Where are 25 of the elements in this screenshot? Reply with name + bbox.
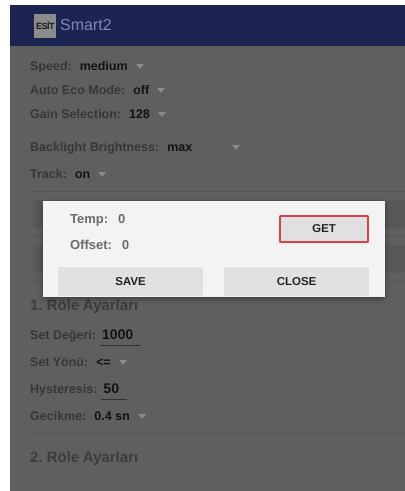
dropdown[interactable]: off (133, 83, 166, 97)
dropdown[interactable]: max (167, 140, 240, 154)
save-button[interactable]: SAVE (58, 267, 203, 296)
caret-icon (138, 414, 146, 418)
dropdown[interactable]: 0.4 sn (94, 409, 146, 423)
dropdown[interactable]: on (74, 167, 106, 181)
caret-icon (232, 144, 240, 150)
reading-label: Temp: (70, 211, 108, 228)
reading-label: Offset: (70, 237, 112, 254)
app-logo: ESİT (34, 14, 56, 38)
input-field[interactable]: 50 (101, 378, 127, 400)
dropdown[interactable]: medium (80, 59, 144, 73)
dropdown[interactable]: <= (96, 355, 127, 369)
reading-value: 0 (122, 237, 130, 254)
get-button[interactable]: GET (279, 215, 369, 243)
caret-icon (158, 112, 166, 116)
caret-icon (157, 88, 166, 92)
close-button[interactable]: CLOSE (224, 267, 369, 296)
caret-icon (136, 64, 144, 68)
app-title: Smart2 (60, 16, 112, 34)
reading-value: 0 (118, 211, 126, 228)
dropdown[interactable]: 128 (129, 107, 166, 121)
caret-icon (118, 360, 127, 364)
caret-icon (98, 172, 106, 176)
input-field[interactable]: 1000 (100, 324, 142, 346)
